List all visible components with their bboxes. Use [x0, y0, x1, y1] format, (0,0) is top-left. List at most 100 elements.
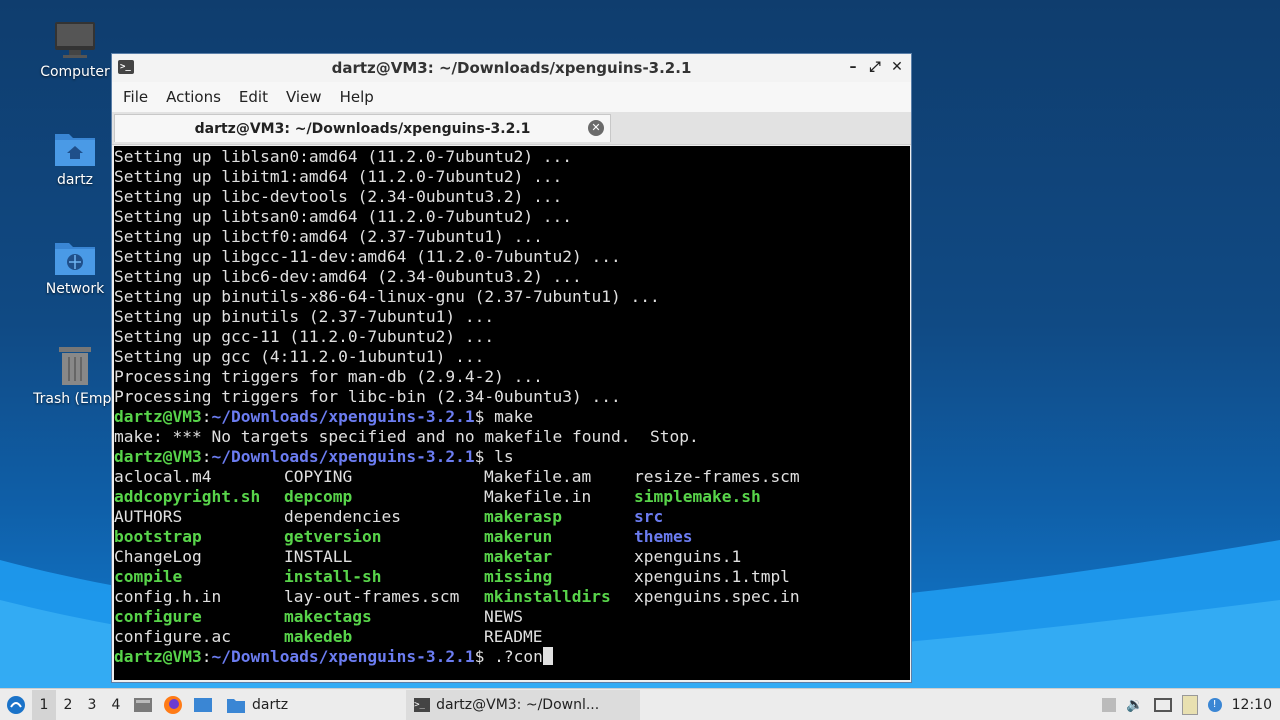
ls-entry: missing: [484, 567, 553, 586]
ls-entry: AUTHORS: [114, 507, 183, 526]
close-button[interactable]: ✕: [889, 58, 905, 76]
ls-entry: depcomp: [284, 487, 353, 506]
window-title: dartz@VM3: ~/Downloads/xpenguins-3.2.1: [331, 59, 692, 77]
output-line: Processing triggers for libc-bin (2.34-0…: [114, 387, 621, 406]
prompt-symbol: $: [474, 407, 495, 426]
ls-row: AUTHORS dependencies makerasp src: [114, 507, 910, 527]
menu-help[interactable]: Help: [333, 88, 381, 106]
ls-row: addcopyright.sh depcomp Makefile.in simplem…: [114, 487, 910, 507]
app-menu-button[interactable]: [0, 690, 32, 720]
error-line: make: *** No targets specified and no ma…: [114, 427, 699, 446]
ls-entry: xpenguins.spec.in: [634, 587, 800, 606]
output-line: Setting up libgcc-11-dev:amd64 (11.2.0-7…: [114, 247, 621, 266]
minimize-button[interactable]: –: [845, 58, 861, 76]
prompt-user: dartz@VM3: [114, 407, 202, 426]
ls-entry: src: [634, 507, 664, 526]
desktop-icon-computer[interactable]: Computer: [25, 20, 125, 80]
terminal-output[interactable]: Setting up liblsan0:amd64 (11.2.0-7ubunt…: [114, 146, 910, 680]
maximize-button[interactable]: ⤢: [867, 58, 883, 76]
network-icon[interactable]: [1153, 697, 1172, 712]
trash-icon: [59, 347, 91, 385]
terminal-tab[interactable]: dartz@VM3: ~/Downloads/xpenguins-3.2.1 ✕: [114, 114, 611, 142]
ls-entry: NEWS: [484, 607, 523, 626]
update-notifier-icon[interactable]: !: [1207, 697, 1222, 712]
menu-file[interactable]: File: [116, 88, 155, 106]
terminal-cursor: [542, 647, 553, 665]
window-icon: [194, 697, 212, 712]
terminal-window: >_ dartz@VM3: ~/Downloads/xpenguins-3.2.…: [111, 53, 912, 683]
ls-entry: dependencies: [284, 507, 401, 526]
ls-entry: bootstrap: [114, 527, 202, 546]
ls-row: configure.ac makedeb README: [114, 627, 910, 647]
clipboard-icon[interactable]: [1181, 694, 1198, 715]
ls-entry: Makefile.in: [484, 487, 592, 506]
prompt-line: dartz@VM3:~/Downloads/xpenguins-3.2.1$ m…: [114, 407, 910, 427]
ls-entry: xpenguins.1: [634, 547, 742, 566]
ls-entry: themes: [634, 527, 693, 546]
taskbar-folder-task[interactable]: dartz: [218, 690, 296, 720]
taskbar-terminal-label: dartz@VM3: ~/Downl...: [436, 696, 600, 713]
network-folder-icon: [55, 243, 95, 275]
firefox-icon: [164, 695, 182, 714]
ls-entry: makerasp: [484, 507, 562, 526]
prompt-path: ~/Downloads/xpenguins-3.2.1: [211, 407, 475, 426]
window-titlebar[interactable]: >_ dartz@VM3: ~/Downloads/xpenguins-3.2.…: [112, 54, 911, 82]
ls-entry: compile: [114, 567, 183, 586]
ls-entry: configure.ac: [114, 627, 231, 646]
ls-entry: getversion: [284, 527, 382, 546]
desktop-icon-dartz[interactable]: dartz: [25, 128, 125, 188]
ls-entry: aclocal.m4: [114, 467, 212, 486]
output-line: Setting up liblsan0:amd64 (11.2.0-7ubunt…: [114, 147, 573, 166]
desktop-icon-network[interactable]: Network: [25, 237, 125, 297]
volume-icon[interactable]: 🔉: [1126, 697, 1143, 713]
menu-bar: File Actions Edit View Help: [112, 82, 911, 112]
show-desktop-button[interactable]: [128, 690, 158, 720]
ls-entry: ChangeLog: [114, 547, 202, 566]
tab-close-icon[interactable]: ✕: [588, 120, 604, 136]
ls-entry: resize-frames.scm: [634, 467, 800, 486]
ls-row: configure makectags NEWS: [114, 607, 910, 627]
workspace-1[interactable]: 1: [32, 689, 56, 720]
ls-entry: makedeb: [284, 627, 353, 646]
ls-row: compile install-sh missing xpenguins.1.tmpl: [114, 567, 910, 587]
desktop-icon-label: dartz: [56, 172, 94, 188]
tab-bar: dartz@VM3: ~/Downloads/xpenguins-3.2.1 ✕: [112, 112, 911, 145]
ls-entry: makectags: [284, 607, 372, 626]
prompt-sep: :: [201, 447, 212, 466]
workspace-4[interactable]: 4: [104, 690, 128, 720]
command-text: .?con: [494, 647, 543, 666]
menu-actions[interactable]: Actions: [159, 88, 228, 106]
ls-entry: COPYING: [284, 467, 353, 486]
ls-entry: maketar: [484, 547, 553, 566]
ls-entry: config.h.in: [114, 587, 222, 606]
ls-row: ChangeLog INSTALL maketar xpenguins.1: [114, 547, 910, 567]
distro-logo-icon: [7, 695, 25, 714]
workspace-3[interactable]: 3: [80, 690, 104, 720]
ls-entry: xpenguins.1.tmpl: [634, 567, 790, 586]
tray-arrow-icon[interactable]: [1102, 697, 1117, 712]
prompt-symbol: $: [474, 447, 495, 466]
monitor-icon: [55, 22, 95, 58]
home-folder-icon: [55, 134, 95, 166]
file-manager-launcher[interactable]: [188, 690, 218, 720]
firefox-launcher[interactable]: [158, 690, 188, 720]
desktop-icon-trash[interactable]: Trash (Empt: [25, 345, 125, 407]
prompt-sep: :: [201, 407, 212, 426]
menu-edit[interactable]: Edit: [232, 88, 275, 106]
workspace-2[interactable]: 2: [56, 690, 80, 720]
prompt-symbol: $: [474, 647, 495, 666]
taskbar-terminal-task[interactable]: >_ dartz@VM3: ~/Downl...: [406, 689, 641, 720]
output-line: Setting up binutils-x86-64-linux-gnu (2.…: [114, 287, 660, 306]
ls-entry: simplemake.sh: [634, 487, 761, 506]
ls-entry: mkinstalldirs: [484, 587, 611, 606]
ls-entry: INSTALL: [284, 547, 353, 566]
ls-entry: install-sh: [284, 567, 382, 586]
command-text: make: [494, 407, 534, 426]
menu-view[interactable]: View: [279, 88, 329, 106]
clock[interactable]: 12:10: [1232, 697, 1272, 713]
ls-entry: README: [484, 627, 543, 646]
ls-row: aclocal.m4 COPYING Makefile.am resize-frame…: [114, 467, 910, 487]
taskbar: 1 2 3 4 dartz >_ dartz@VM3: ~/Downl... 🔉…: [0, 688, 1280, 720]
output-line: Setting up binutils (2.37-7ubuntu1) ...: [114, 307, 495, 326]
output-line: Setting up libc-devtools (2.34-0ubuntu3.…: [114, 187, 563, 206]
